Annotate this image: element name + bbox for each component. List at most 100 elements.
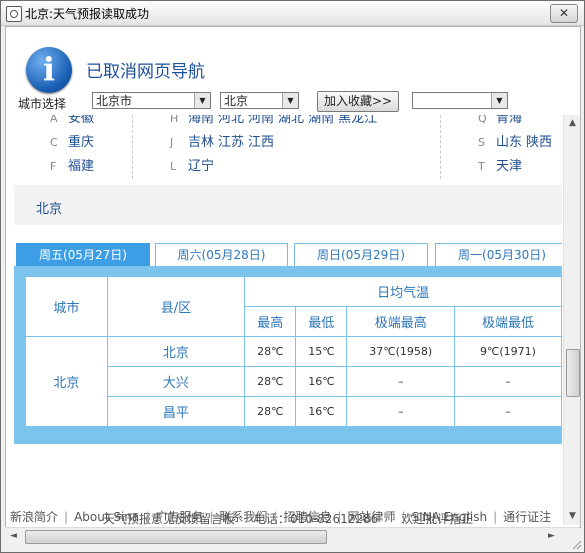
city-cell: 北京 — [25, 336, 108, 427]
app-window: 北京:天气预报读取成功 ✕ i 已取消网页导航 城市选择 北京市 ▼ 北京 ▼ … — [0, 0, 585, 553]
extreme-low-cell: – — [453, 366, 562, 397]
province-link[interactable]: 湖北 — [278, 115, 304, 126]
forecast-table: 城市 县/区 日均气温 最高 最低 极端最高 极端最低 北京 北京 28℃ 15… — [25, 276, 562, 427]
nav-cancelled-message: 已取消网页导航 — [86, 62, 205, 82]
current-city-label: 北京 — [36, 202, 63, 217]
province-letter: S — [478, 136, 485, 149]
province-letter: A — [50, 115, 58, 125]
footer-link-about-sina[interactable]: About Sina — [74, 510, 139, 524]
district-cell: 北京 — [106, 336, 246, 367]
city-select-value: 北京 — [224, 94, 249, 108]
province-row: C 重庆 J 吉林 江苏 江西 S 山东 陕西 — [14, 131, 562, 153]
horizontal-scroll-thumb[interactable] — [25, 530, 327, 544]
add-favorite-button[interactable]: 加入收藏>> — [317, 91, 399, 112]
city-select-label: 城市选择 — [18, 97, 67, 111]
high-cell: 28℃ — [244, 366, 297, 397]
province-link[interactable]: 江西 — [248, 135, 274, 150]
province-link[interactable]: 吉林 — [188, 135, 214, 150]
header-extreme-low: 极端最低 — [453, 306, 562, 337]
province-link[interactable]: 海南 — [188, 115, 214, 126]
district-cell: 昌平 — [106, 396, 246, 427]
chevron-down-icon[interactable]: ▼ — [194, 93, 210, 108]
scroll-right-icon[interactable]: ► — [543, 528, 560, 545]
province-link[interactable]: 湖南 — [308, 115, 334, 126]
footer-link-ads[interactable]: 广告服务 — [155, 510, 203, 524]
chevron-down-icon[interactable]: ▼ — [282, 93, 298, 108]
city-select[interactable]: 北京 ▼ — [220, 92, 299, 109]
high-cell: 28℃ — [244, 396, 297, 427]
province-link[interactable]: 河北 — [218, 115, 244, 126]
favorites-select[interactable]: ▼ — [412, 92, 508, 109]
province-link[interactable]: 陕西 — [526, 135, 552, 150]
province-list: A 安徽 H 海南 河北 河南 湖北 湖南 黑龙江 Q 青海 C 重庆 J 吉林 江苏 江西 — [14, 115, 562, 179]
province-link[interactable]: 安徽 — [68, 115, 94, 126]
province-link[interactable]: 青海 — [496, 115, 522, 126]
extreme-low-cell: – — [453, 396, 562, 427]
tab-day-4[interactable]: 周一(05月30日) — [435, 243, 562, 266]
separator: | — [273, 510, 278, 524]
chevron-down-icon[interactable]: ▼ — [491, 93, 507, 108]
scroll-up-icon[interactable]: ▲ — [564, 115, 580, 132]
footer-link-english[interactable]: SINA English — [412, 510, 488, 524]
province-link[interactable]: 江苏 — [218, 135, 244, 150]
scroll-left-icon[interactable]: ◄ — [5, 528, 22, 545]
province-select[interactable]: 北京市 ▼ — [92, 92, 211, 109]
tab-day-1[interactable]: 周五(05月27日) — [16, 243, 150, 266]
province-group: F 福建 — [50, 155, 98, 174]
info-icon: i — [26, 47, 72, 93]
vertical-scrollbar[interactable]: ▲ ▼ — [563, 115, 580, 525]
current-city-band: 北京 — [14, 185, 562, 225]
city-selector-bar: 城市选择 北京市 ▼ 北京 ▼ 加入收藏>> ▼ — [6, 89, 580, 113]
high-cell: 28℃ — [244, 336, 297, 367]
footer-link-jobs[interactable]: 招聘信息 — [283, 510, 331, 524]
extreme-low-cell: 9℃(1971) — [453, 336, 562, 367]
province-letter: F — [50, 160, 57, 173]
separator: | — [401, 510, 406, 524]
footer-link-contact[interactable]: 联系我们 — [219, 510, 267, 524]
tab-day-2[interactable]: 周六(05月28日) — [155, 243, 288, 266]
extreme-high-cell: 37℃(1958) — [346, 336, 455, 367]
district-cell: 大兴 — [106, 366, 246, 397]
header-extreme-high: 极端最高 — [346, 306, 455, 337]
resize-grip-icon[interactable] — [570, 538, 582, 550]
tab-day-3[interactable]: 周日(05月29日) — [294, 243, 428, 266]
extreme-high-cell: – — [346, 366, 455, 397]
low-cell: 16℃ — [295, 396, 348, 427]
province-letter: L — [170, 160, 177, 173]
province-link[interactable]: 天津 — [496, 159, 522, 174]
separator: | — [493, 510, 498, 524]
footer-link-about[interactable]: 新浪简介 — [10, 510, 58, 524]
close-button[interactable]: ✕ — [550, 4, 578, 23]
province-letter: J — [170, 136, 174, 149]
province-row: A 安徽 H 海南 河北 河南 湖北 湖南 黑龙江 Q 青海 — [14, 115, 562, 129]
header-avg-temp: 日均气温 — [244, 276, 562, 307]
window-title: 北京:天气预报读取成功 — [25, 7, 150, 21]
scroll-down-icon[interactable]: ▼ — [564, 508, 580, 525]
province-link[interactable]: 黑龙江 — [338, 115, 377, 126]
browser-view: i 已取消网页导航 城市选择 北京市 ▼ 北京 ▼ 加入收藏>> ▼ A 安徽 … — [5, 26, 581, 528]
title-bar: 北京:天气预报读取成功 ✕ — [1, 1, 584, 26]
province-letter: Q — [478, 115, 487, 125]
province-group: C 重庆 — [50, 131, 98, 150]
province-group: J 吉林 江苏 江西 — [170, 131, 278, 150]
header-low: 最低 — [295, 306, 348, 337]
separator: | — [209, 510, 214, 524]
province-link[interactable]: 辽宁 — [188, 159, 214, 174]
footer-link-passport[interactable]: 通行证注 — [503, 510, 551, 524]
footer-link-lawyer[interactable]: 网站律师 — [348, 510, 396, 524]
vertical-scroll-thumb[interactable] — [566, 349, 580, 397]
low-cell: 15℃ — [295, 336, 348, 367]
header-district: 县/区 — [106, 276, 246, 337]
province-group: H 海南 河北 河南 湖北 湖南 黑龙江 — [170, 115, 381, 126]
province-group: S 山东 陕西 — [478, 131, 556, 150]
footer-links: 新浪简介 | About Sina | 广告服务 | 联系我们 | 招聘信息 | 网站律师 | SINA… — [10, 508, 580, 525]
province-link[interactable]: 河南 — [248, 115, 274, 126]
province-link[interactable]: 山东 — [496, 135, 522, 150]
table-row: 北京 北京 28℃ 15℃ 37℃(1958) 9℃(1971) — [25, 336, 562, 427]
header-high: 最高 — [244, 306, 297, 337]
province-link[interactable]: 福建 — [68, 159, 94, 174]
low-cell: 16℃ — [295, 366, 348, 397]
horizontal-scrollbar[interactable]: ◄ ► — [5, 527, 579, 545]
province-link[interactable]: 重庆 — [68, 135, 94, 150]
province-letter: T — [478, 160, 485, 173]
